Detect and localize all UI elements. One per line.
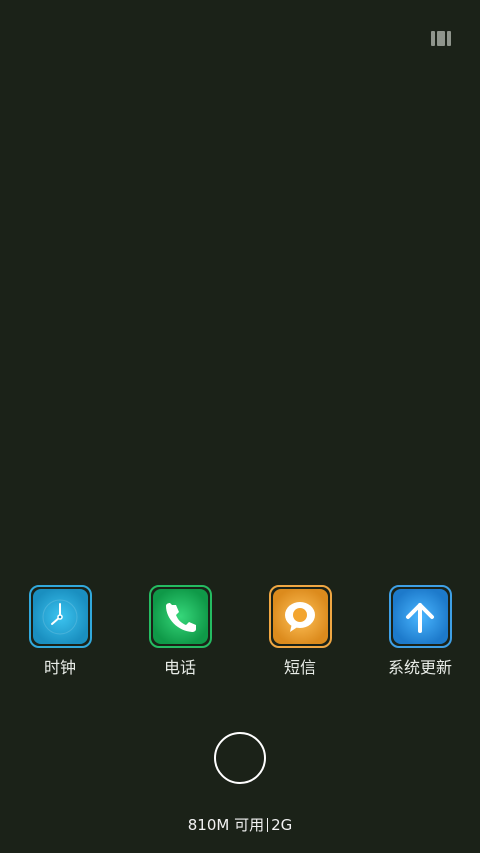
status-divider <box>267 818 269 832</box>
available-memory: 810M 可用 <box>187 816 265 834</box>
app-system-update[interactable]: 系统更新 <box>370 585 470 690</box>
arrow-up-icon <box>392 589 448 644</box>
clock-icon <box>32 589 88 644</box>
home-button[interactable] <box>214 732 266 784</box>
message-icon-frame <box>268 585 332 648</box>
app-phone[interactable]: 电话 <box>130 585 230 690</box>
app-label-phone: 电话 <box>163 658 196 677</box>
message-icon <box>272 589 328 644</box>
memory-status: 810M 可用 2G <box>0 815 480 835</box>
app-label-clock: 时钟 <box>43 658 76 677</box>
update-icon-frame <box>388 585 452 648</box>
clock-icon-frame <box>28 585 92 648</box>
app-clock[interactable]: 时钟 <box>10 585 110 690</box>
phone-icon <box>152 589 208 644</box>
app-label-system-update: 系统更新 <box>387 658 452 677</box>
phone-icon-frame <box>148 585 212 648</box>
app-label-messages: 短信 <box>283 658 316 677</box>
app-dock: 时钟 电话 短信 系统更新 <box>0 585 480 690</box>
overview-grid-icon[interactable] <box>431 31 451 46</box>
app-messages[interactable]: 短信 <box>250 585 350 690</box>
network-type: 2G <box>271 816 293 834</box>
home-screen: 时钟 电话 短信 系统更新 810M 可用 2G <box>0 0 480 853</box>
